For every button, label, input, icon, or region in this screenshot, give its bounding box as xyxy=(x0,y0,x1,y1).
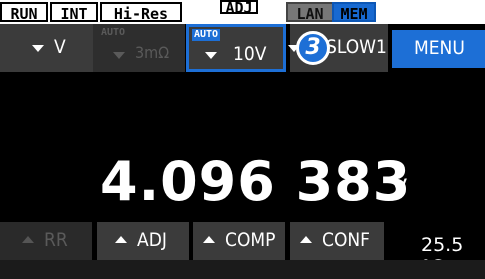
rr-label: RR xyxy=(44,229,68,251)
chevron-up-icon xyxy=(300,236,312,243)
resistance-range-button: AUTO 3mΩ xyxy=(93,24,185,72)
lan-indicator: LAN xyxy=(286,2,334,23)
chevron-up-icon xyxy=(115,236,127,243)
adj-indicator: ADJ xyxy=(220,0,258,14)
comp-button[interactable]: COMP xyxy=(193,222,285,260)
measurement-value: 4.096 383 xyxy=(100,150,412,213)
menu-label: MENU xyxy=(414,37,465,59)
menu-button[interactable]: MENU xyxy=(392,30,485,68)
mem-indicator: MEM xyxy=(332,2,376,23)
adj-button[interactable]: ADJ xyxy=(97,222,189,260)
chevron-up-icon xyxy=(22,236,34,243)
chevron-down-icon xyxy=(32,45,44,52)
chevron-up-icon xyxy=(203,236,215,243)
conf-button[interactable]: CONF xyxy=(290,222,384,260)
measurement-unit: V xyxy=(392,176,408,201)
int-indicator: INT xyxy=(50,2,98,23)
voltage-range-button[interactable]: AUTO 10V xyxy=(186,24,286,72)
hires-indicator: Hi-Res xyxy=(100,2,182,23)
comp-label: COMP xyxy=(225,229,276,251)
chevron-down-icon xyxy=(205,52,217,59)
function-button[interactable]: V xyxy=(0,24,93,72)
run-indicator: RUN xyxy=(0,2,48,23)
sampling-speed-label: SLOW1 xyxy=(326,36,387,58)
resistance-range-label: 3mΩ xyxy=(135,43,170,62)
function-label: V xyxy=(54,36,66,58)
chevron-down-icon xyxy=(113,52,125,59)
bottom-bar xyxy=(0,260,485,279)
auto-badge: AUTO xyxy=(101,27,126,38)
rr-button: RR xyxy=(0,222,92,260)
adj-label: ADJ xyxy=(137,229,167,251)
status-bar: RUN INT Hi-Res ADJ LAN MEM xyxy=(0,0,485,24)
voltage-range-label: 10V xyxy=(233,43,267,65)
step-marker: 3 xyxy=(296,31,330,65)
conf-label: CONF xyxy=(322,229,371,251)
auto-badge: AUTO xyxy=(192,29,221,41)
